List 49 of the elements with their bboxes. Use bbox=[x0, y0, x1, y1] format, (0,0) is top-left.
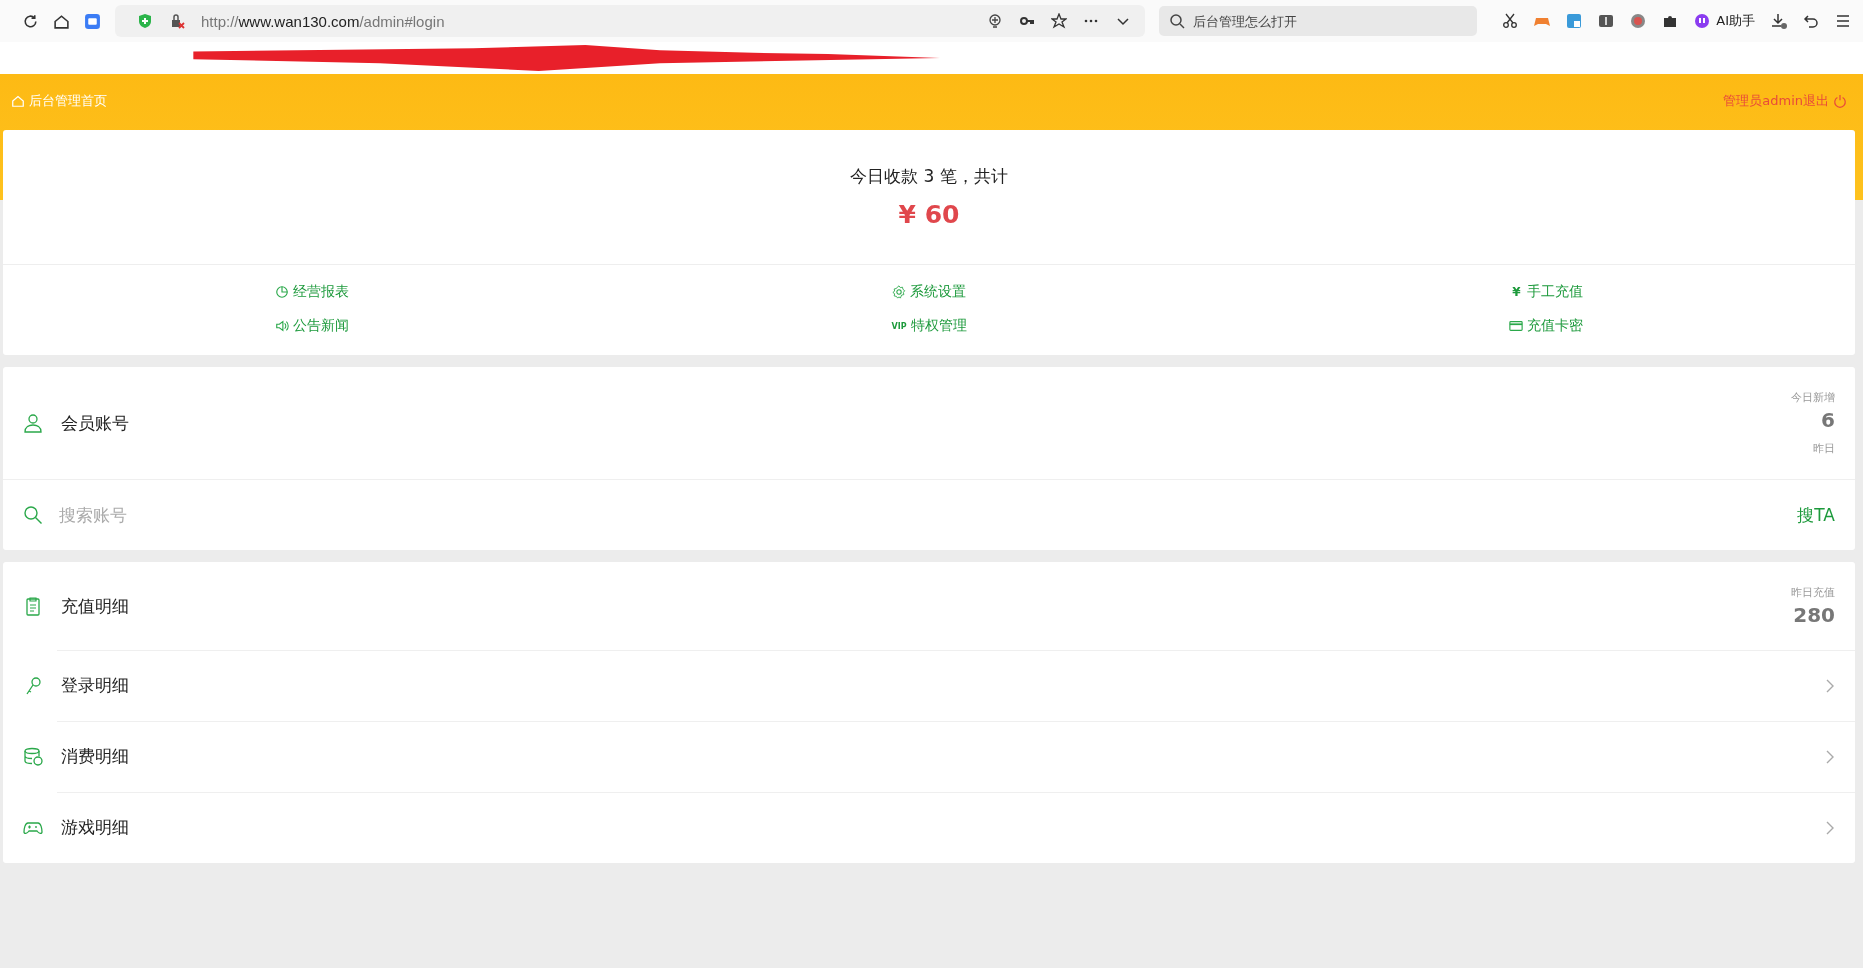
pie-chart-icon bbox=[274, 285, 289, 299]
quick-link[interactable]: ¥ 手工充值 bbox=[1509, 283, 1584, 301]
translate-icon[interactable] bbox=[1566, 13, 1583, 29]
quick-link[interactable]: 系统设置 bbox=[892, 283, 966, 301]
scissors-icon[interactable] bbox=[1502, 13, 1519, 29]
chevron-right-icon bbox=[1825, 677, 1835, 694]
user-icon bbox=[23, 413, 43, 433]
chevron-right-icon bbox=[1825, 748, 1835, 765]
stat-value: 280 bbox=[1793, 603, 1835, 627]
assistant-icon bbox=[1694, 13, 1711, 29]
quick-link[interactable]: 经营报表 bbox=[274, 283, 349, 301]
menu-icon[interactable] bbox=[1835, 13, 1851, 29]
stat-value: 6 bbox=[1821, 408, 1835, 432]
speaker-icon bbox=[274, 319, 289, 333]
lock-icon[interactable] bbox=[169, 13, 185, 29]
quick-link[interactable]: 充值卡密 bbox=[1509, 317, 1584, 335]
search-icon bbox=[1169, 13, 1185, 29]
undo-icon[interactable] bbox=[1803, 13, 1819, 29]
section-title: 充值明细 bbox=[61, 594, 130, 618]
logout-link[interactable]: 管理员admin退出 bbox=[1723, 92, 1847, 110]
stat-label: 昨日 bbox=[1813, 441, 1835, 456]
url-text: http://www.wan130.com/admin#login bbox=[201, 12, 445, 30]
home-icon bbox=[11, 94, 25, 108]
quick-link[interactable]: 公告新闻 bbox=[274, 317, 349, 335]
search-icon bbox=[23, 505, 43, 525]
settings-icon bbox=[892, 285, 906, 299]
search-field[interactable]: 搜索账号 bbox=[57, 504, 1784, 526]
stat-label: 昨日充值 bbox=[1791, 585, 1835, 600]
star-icon[interactable] bbox=[1051, 13, 1067, 29]
reload-icon[interactable] bbox=[22, 12, 39, 30]
clipboard-icon bbox=[23, 596, 43, 616]
coins-icon bbox=[23, 746, 43, 767]
section-title: 会员账号 bbox=[61, 411, 130, 435]
card-icon bbox=[1509, 319, 1524, 333]
chevron-right-icon bbox=[1825, 819, 1835, 836]
amount-text: ¥ 60 bbox=[898, 200, 960, 229]
shield-icon[interactable] bbox=[137, 13, 153, 29]
stat-label: 今日新增 bbox=[1791, 390, 1835, 405]
power-icon bbox=[1833, 94, 1847, 108]
search-field[interactable]: 后台管理怎么打开 bbox=[1159, 6, 1477, 36]
search-button[interactable]: 搜TA bbox=[1797, 503, 1835, 527]
ai-app-icon[interactable] bbox=[84, 12, 101, 30]
home-icon[interactable] bbox=[53, 12, 70, 30]
download-icon[interactable] bbox=[1771, 13, 1787, 29]
assistant-button[interactable]: AI助手 bbox=[1694, 12, 1755, 30]
bulb-icon[interactable] bbox=[987, 13, 1003, 29]
address-bar[interactable]: http://www.wan130.com/admin#login bbox=[115, 5, 1145, 37]
summary-text: 今日收款 3 笔，共计 bbox=[850, 165, 1008, 188]
quick-link[interactable]: VIP 特权管理 bbox=[891, 317, 967, 335]
